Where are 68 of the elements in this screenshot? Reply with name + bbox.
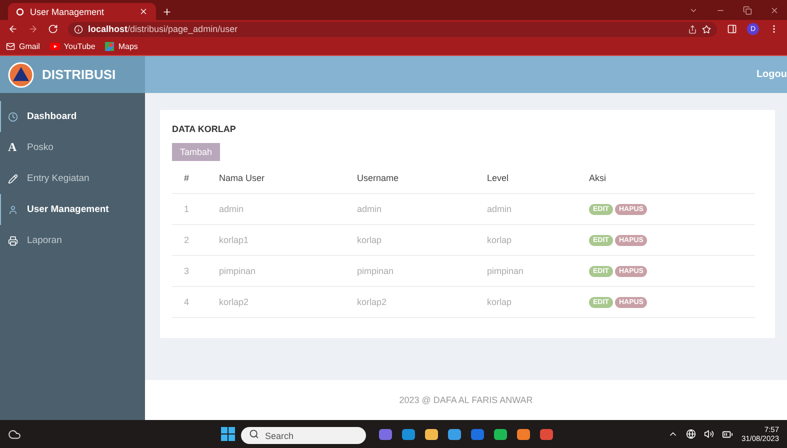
brand-name: DISTRIBUSI bbox=[42, 67, 116, 82]
side-panel-icon[interactable] bbox=[727, 24, 737, 34]
back-icon[interactable] bbox=[8, 24, 18, 34]
restore-icon[interactable] bbox=[743, 6, 752, 14]
map-icon bbox=[105, 42, 114, 51]
logo-icon bbox=[8, 62, 34, 88]
address-field[interactable]: localhost/distribusi/page_admin/user bbox=[68, 22, 717, 36]
play-icon bbox=[50, 43, 60, 50]
letter-icon: A bbox=[8, 140, 18, 155]
search-field[interactable]: Search bbox=[241, 427, 366, 444]
forward-icon[interactable] bbox=[28, 24, 38, 34]
sidebar-item[interactable]: Entry Kegiatan bbox=[0, 163, 145, 194]
section-title: DATA KORLAP bbox=[172, 124, 237, 134]
logout-link[interactable]: Logou bbox=[756, 69, 787, 80]
sidebar-item[interactable]: Laporan bbox=[0, 225, 145, 256]
share-icon[interactable] bbox=[688, 24, 697, 34]
clock-icon bbox=[8, 112, 18, 122]
mail-icon bbox=[6, 42, 15, 51]
new-tab-icon[interactable] bbox=[162, 7, 172, 17]
app-icon[interactable] bbox=[424, 426, 439, 442]
app-icon[interactable] bbox=[401, 426, 416, 442]
app-icon[interactable] bbox=[516, 426, 531, 442]
table-cell-text: korlap2 bbox=[357, 297, 388, 307]
table-cell-text: korlap bbox=[487, 235, 513, 245]
table-cell-text: 1 bbox=[184, 204, 190, 214]
star-icon[interactable] bbox=[702, 24, 711, 34]
volume-icon[interactable] bbox=[704, 429, 714, 439]
table-cell-text: korlap1 bbox=[219, 235, 250, 245]
table-cell-text: pimpinan bbox=[219, 266, 257, 276]
table-cell-text: korlap bbox=[357, 235, 383, 245]
table-cell-text: 3 bbox=[184, 266, 190, 276]
table-cell-text: admin bbox=[357, 204, 383, 214]
app-icon[interactable] bbox=[447, 426, 462, 442]
footer-text: 2023 @ DAFA AL FARIS ANWAR bbox=[399, 395, 533, 405]
bookmark-link[interactable]: YouTube bbox=[50, 42, 96, 51]
bookmark-link[interactable]: Gmail bbox=[6, 42, 40, 51]
table-cell-text: 4 bbox=[184, 297, 190, 307]
search-icon bbox=[249, 428, 259, 438]
table-cell-text: pimpinan bbox=[487, 266, 525, 276]
column-header: Username bbox=[357, 173, 400, 183]
weather-icon[interactable] bbox=[8, 428, 21, 440]
loading-icon bbox=[16, 8, 24, 16]
user-icon bbox=[8, 204, 18, 214]
pencil-icon bbox=[8, 174, 18, 184]
browser-tab[interactable]: User Management bbox=[8, 3, 156, 20]
sidebar-item[interactable]: A Posko bbox=[0, 132, 145, 163]
table-cell-text: admin bbox=[219, 204, 245, 214]
table-cell-text: admin bbox=[487, 204, 513, 214]
bookmark-link[interactable]: Maps bbox=[105, 42, 138, 51]
close-icon[interactable] bbox=[770, 6, 779, 14]
app-icon[interactable] bbox=[539, 426, 554, 442]
printer-icon bbox=[8, 236, 18, 246]
reload-icon[interactable] bbox=[48, 24, 58, 34]
start-icon[interactable] bbox=[221, 427, 235, 441]
table-cell-text: pimpinan bbox=[357, 266, 395, 276]
column-header: Level bbox=[487, 173, 510, 183]
table-cell-text: korlap2 bbox=[219, 297, 250, 307]
info-icon bbox=[74, 24, 83, 34]
column-header: # bbox=[184, 173, 190, 183]
table-cell-text: korlap bbox=[487, 297, 513, 307]
column-header: Nama User bbox=[219, 173, 266, 183]
table-cell-text: 2 bbox=[184, 235, 190, 245]
add-button[interactable]: Tambah bbox=[172, 143, 220, 161]
column-header: Aksi bbox=[589, 173, 608, 183]
battery-icon[interactable] bbox=[722, 428, 734, 440]
globe-icon[interactable] bbox=[686, 429, 696, 439]
app-icon[interactable] bbox=[493, 426, 508, 442]
app-icon[interactable] bbox=[378, 426, 393, 442]
